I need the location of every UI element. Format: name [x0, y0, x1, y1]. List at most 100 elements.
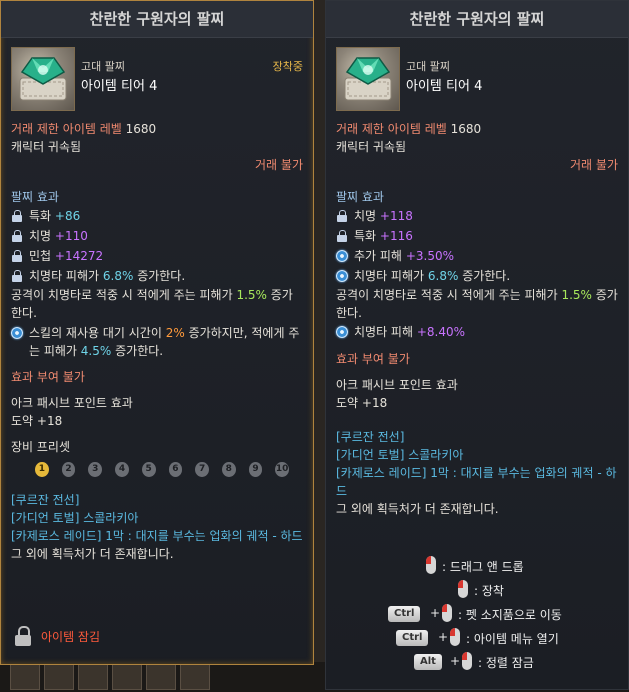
ctrl-key-icon: Ctrl — [388, 606, 421, 622]
item-tier: 아이템 티어 4 — [406, 79, 483, 94]
preset-button[interactable]: 4 — [115, 462, 129, 477]
effect-text: 공격이 치명타로 적중 시 적에게 주는 피해가 1.5% 증가한다. — [336, 288, 618, 320]
stat-row: 특화 +116 — [336, 226, 618, 246]
effect-text: 공격이 치명타로 적중 시 적에게 주는 피해가 1.5% 증가한다. — [11, 288, 293, 320]
item-grade: 고대 팔찌 — [81, 60, 125, 73]
trade-level: 거래 제한 아이템 레벨 1680 — [11, 120, 303, 138]
effect-name: 치명타 피해 — [354, 325, 414, 339]
trade-level: 거래 제한 아이템 레벨 1680 — [336, 120, 618, 138]
engraving-icon — [336, 270, 348, 282]
source-item: [가디언 토벌] 스콜라키아 — [11, 511, 139, 525]
effect-row: 치명타 피해가 6.8% 증가한다. — [11, 266, 303, 286]
effect-row: 스킬의 재사용 대기 시간이 2% 증가하지만, 적에게 주는 피해가 4.5%… — [11, 324, 303, 360]
effect-name: 추가 피해 — [354, 249, 402, 263]
item-header: 고대 팔찌 아이템 티어 4 장착중 — [1, 38, 313, 120]
effect-value: +3.50% — [405, 249, 454, 263]
hint-pet-inventory: Ctrl + : 펫 소지품으로 이동 — [386, 603, 586, 627]
effect-text: 치명타 피해가 6.8% 증가한다. — [354, 269, 511, 283]
preset-button[interactable]: 7 — [195, 462, 209, 477]
preset-button[interactable]: 8 — [221, 462, 236, 477]
trade-level-value: 1680 — [450, 122, 482, 136]
stat-row: 치명 +110 — [11, 226, 303, 246]
effect-header: 팔찌 효과 — [11, 190, 59, 204]
preset-button[interactable]: 1 — [35, 462, 49, 477]
effect-text: 치명타 피해가 6.8% 증가한다. — [29, 269, 186, 283]
skill-slot — [180, 664, 210, 690]
skill-slot — [44, 664, 74, 690]
effect-value: +8.40% — [416, 325, 466, 339]
no-enchant: 효과 부여 불가 — [336, 352, 410, 366]
skill-slot — [112, 664, 142, 690]
stat-row: 민첩 +14272 — [11, 246, 303, 266]
source-item: [카제로스 레이드] 1막 : 대지를 부수는 업화의 궤적 - 하드 — [11, 529, 303, 543]
skill-slot — [146, 664, 176, 690]
preset-button[interactable]: 2 — [61, 462, 76, 477]
lock-icon — [336, 210, 348, 222]
preset-button[interactable]: 3 — [88, 462, 103, 477]
stat-value: +116 — [379, 229, 413, 243]
engraving-icon — [336, 326, 348, 338]
lock-icon — [11, 230, 23, 242]
compare-item-tooltip: 찬란한 구원자의 팔찌 고대 팔찌 아이템 티어 4 거래 제한 아이템 레벨 … — [325, 0, 629, 690]
item-tier: 아이템 티어 4 — [81, 79, 158, 94]
lock-text: 아이템 잠김 — [41, 629, 101, 644]
ark-passive-label: 아크 패시브 포인트 효과 — [11, 396, 133, 410]
mouse-right-icon — [426, 556, 436, 574]
skill-slot — [78, 664, 108, 690]
preset-button[interactable]: 6 — [168, 462, 183, 477]
mouse-right-icon — [462, 652, 472, 670]
stat-name: 치명 — [29, 229, 52, 243]
effect-row: 추가 피해 +3.50% — [336, 246, 618, 266]
effect-row: 치명타 피해가 6.8% 증가한다. — [336, 266, 618, 286]
mouse-right-icon — [442, 604, 452, 622]
lock-icon — [15, 626, 31, 646]
item-title: 찬란한 구원자의 팔찌 — [326, 1, 628, 38]
control-hints: : 드래그 앤 드롭 : 장착 Ctrl + : 펫 소지품으로 이동 Ctrl… — [386, 555, 586, 675]
preset-button[interactable]: 5 — [141, 462, 156, 477]
item-lock-status: 아이템 잠김 — [15, 626, 100, 646]
source-more: 그 외에 획득처가 더 존재합니다. — [336, 502, 499, 516]
ark-passive-value: 도약 +18 — [336, 396, 388, 410]
stat-row: 특화 +86 — [11, 206, 303, 226]
hint-drag: : 드래그 앤 드롭 — [386, 555, 586, 579]
trade-status: 거래 불가 — [570, 158, 618, 172]
hint-item-menu: Ctrl + : 아이템 메뉴 열기 — [386, 627, 586, 651]
lock-icon — [336, 230, 348, 242]
alt-key-icon: Alt — [414, 654, 442, 670]
lock-icon — [11, 270, 23, 282]
no-enchant: 효과 부여 불가 — [11, 370, 85, 384]
bound-status: 캐릭터 귀속됨 — [11, 140, 82, 154]
preset-label: 장비 프리셋 — [11, 440, 71, 454]
mouse-right-icon — [458, 580, 468, 598]
stat-value: +118 — [379, 209, 413, 223]
source-item: [쿠르잔 전선] — [336, 430, 405, 444]
hint-sort-lock: Alt + : 정렬 잠금 — [386, 651, 586, 675]
stat-name: 민첩 — [29, 249, 52, 263]
preset-button[interactable]: 9 — [248, 462, 263, 477]
item-title: 찬란한 구원자의 팔찌 — [1, 1, 313, 38]
stat-name: 치명 — [354, 209, 377, 223]
mouse-right-icon — [450, 628, 460, 646]
lock-icon — [11, 250, 23, 262]
stat-value: +110 — [54, 229, 88, 243]
skill-slot — [10, 664, 40, 690]
item-grade: 고대 팔찌 — [406, 60, 450, 73]
stat-row: 치명 +118 — [336, 206, 618, 226]
trade-level-label: 거래 제한 아이템 레벨 — [336, 122, 447, 136]
bound-status: 캐릭터 귀속됨 — [336, 140, 407, 154]
ark-passive-label: 아크 패시브 포인트 효과 — [336, 378, 458, 392]
equipped-item-tooltip: 찬란한 구원자의 팔찌 고대 팔찌 아이템 티어 4 장착중 거래 제한 아이템… — [0, 0, 314, 665]
bracelet-icon — [336, 47, 400, 111]
preset-button[interactable]: 10 — [275, 462, 290, 477]
item-header: 고대 팔찌 아이템 티어 4 — [326, 38, 628, 120]
bracelet-icon — [11, 47, 75, 111]
equipment-preset-bar: 1 2 3 4 5 6 7 8 9 10 — [11, 456, 303, 477]
lock-icon — [11, 210, 23, 222]
engraving-icon — [11, 327, 23, 339]
trade-status: 거래 불가 — [255, 158, 303, 172]
stat-value: +86 — [54, 209, 81, 223]
stat-name: 특화 — [354, 229, 377, 243]
source-item: [가디언 토벌] 스콜라키아 — [336, 448, 464, 462]
source-more: 그 외에 획득처가 더 존재합니다. — [11, 547, 174, 561]
trade-level-value: 1680 — [125, 122, 157, 136]
